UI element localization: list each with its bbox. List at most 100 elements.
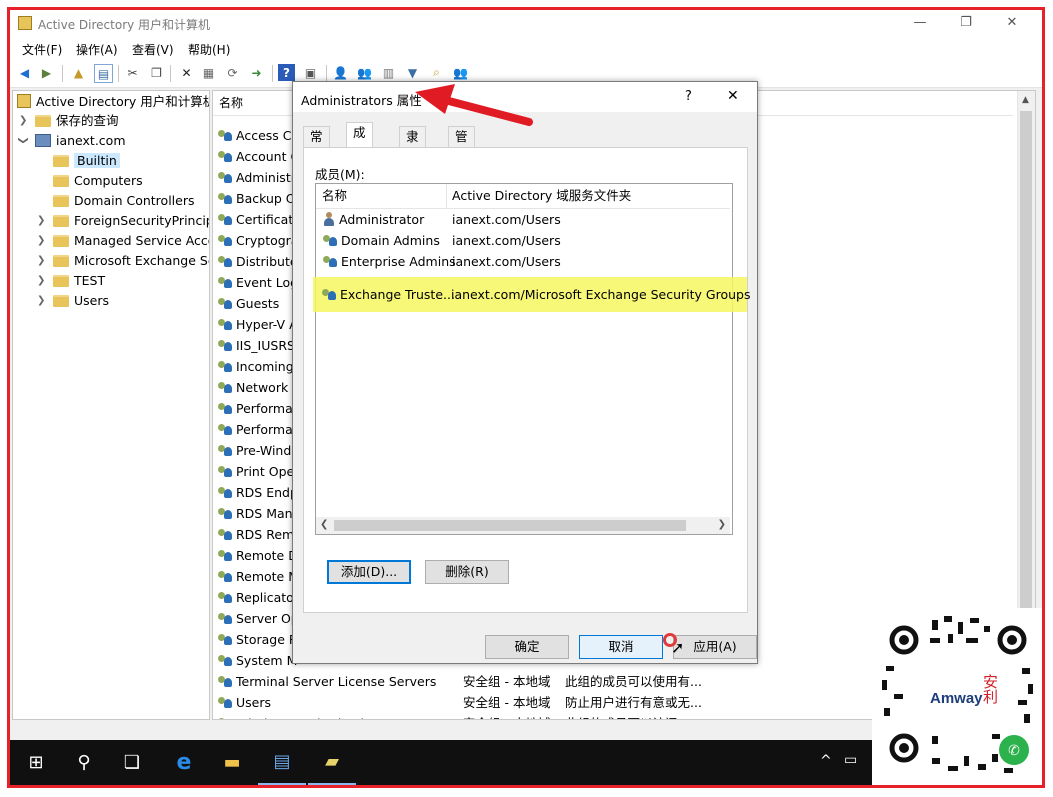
list-item-description: 防止用户进行有意或无... bbox=[565, 695, 702, 710]
find-icon[interactable]: ⌕ bbox=[428, 64, 445, 81]
member-row[interactable]: Domain Admins ianext.com/Users bbox=[316, 230, 730, 251]
scroll-thumb[interactable] bbox=[334, 520, 686, 531]
tree-item-saved-queries[interactable]: 保存的查询 bbox=[35, 112, 119, 130]
menu-view[interactable]: 查看(V) bbox=[132, 41, 174, 58]
security-group-icon bbox=[217, 611, 233, 625]
properties-icon[interactable]: ▦ bbox=[200, 64, 217, 81]
security-group-icon bbox=[217, 317, 233, 331]
column-name-header[interactable]: 名称 bbox=[322, 184, 347, 208]
user-icon bbox=[322, 212, 336, 226]
up-folder-icon[interactable]: ▲ bbox=[70, 64, 87, 81]
expand-caret-icon[interactable]: ❯ bbox=[37, 235, 45, 246]
refresh-icon[interactable]: ⟳ bbox=[224, 64, 241, 81]
list-item-name: Event Log bbox=[236, 275, 299, 290]
tree-item-domain[interactable]: ianext.com bbox=[35, 132, 126, 150]
list-item-name: Performar bbox=[236, 401, 298, 416]
forward-arrow-icon[interactable]: ▶ bbox=[38, 64, 55, 81]
highlighted-member-row[interactable]: Exchange Truste... ianext.com/Microsoft E… bbox=[315, 284, 751, 305]
tree-item-users[interactable]: Users bbox=[53, 292, 109, 310]
new-group-icon[interactable]: 👥 bbox=[356, 64, 373, 81]
aduc-taskbar-icon[interactable]: ▤ bbox=[258, 740, 306, 785]
column-folder-header[interactable]: Active Directory 域服务文件夹 bbox=[452, 184, 631, 208]
list-item-name: Incoming bbox=[236, 359, 294, 374]
maximize-button[interactable]: ❐ bbox=[943, 10, 989, 37]
scroll-thumb[interactable] bbox=[1020, 111, 1032, 611]
members-list[interactable]: 名称 Active Directory 域服务文件夹 Administrator… bbox=[315, 183, 733, 535]
expand-caret-icon[interactable]: ❯ bbox=[37, 275, 45, 286]
scroll-left-icon[interactable]: ❮ bbox=[320, 519, 328, 530]
tree-item-foreign-security-principals[interactable]: ForeignSecurityPrincipals bbox=[53, 212, 209, 230]
menu-action[interactable]: 操作(A) bbox=[76, 41, 118, 58]
folder-icon bbox=[53, 275, 69, 287]
security-group-icon bbox=[217, 485, 233, 499]
menu-help[interactable]: 帮助(H) bbox=[188, 41, 230, 58]
tree-item-test[interactable]: TEST bbox=[53, 272, 105, 290]
tree-item-managed-service-accounts[interactable]: Managed Service Accounts bbox=[53, 232, 209, 250]
remove-member-button[interactable]: 删除(R) bbox=[425, 560, 509, 584]
expand-caret-icon[interactable]: ❯ bbox=[19, 115, 27, 126]
list-item-description: 此组的成员可以使用有... bbox=[565, 674, 702, 689]
tree-item-exchange-security-groups[interactable]: Microsoft Exchange Security Groups bbox=[53, 252, 209, 270]
close-button[interactable]: ✕ bbox=[989, 10, 1035, 37]
delete-icon[interactable]: ✕ bbox=[178, 64, 195, 81]
security-group-icon bbox=[321, 287, 337, 301]
task-view-icon[interactable]: ❏ bbox=[108, 740, 156, 785]
expand-caret-icon[interactable]: ❯ bbox=[37, 255, 45, 266]
collapse-caret-icon[interactable]: ❯ bbox=[18, 136, 29, 144]
cancel-button[interactable]: 取消 bbox=[579, 635, 663, 659]
tray-chevron-icon[interactable]: ^ bbox=[820, 753, 832, 769]
dialog-title: Administrators 属性 bbox=[301, 93, 422, 108]
export-list-icon[interactable]: ➜ bbox=[248, 64, 265, 81]
apply-button[interactable]: 应用(A) bbox=[673, 635, 757, 659]
back-arrow-icon[interactable]: ◀ bbox=[16, 64, 33, 81]
toolbar-separator bbox=[170, 65, 171, 82]
scroll-up-icon[interactable]: ▲ bbox=[1022, 95, 1029, 105]
console-icon[interactable]: ▣ bbox=[302, 64, 319, 81]
minimize-button[interactable]: — bbox=[897, 10, 943, 37]
member-row[interactable]: Enterprise Admins ianext.com/Users bbox=[316, 251, 730, 272]
filter-icon[interactable]: ▼ bbox=[404, 64, 421, 81]
window-titlebar[interactable]: Active Directory 用户和计算机 — ❐ ✕ bbox=[10, 10, 1042, 37]
file-explorer-icon[interactable]: ▬ bbox=[208, 740, 256, 785]
tab-general[interactable]: 常规 bbox=[303, 126, 330, 164]
new-user-icon[interactable]: 👤 bbox=[332, 64, 349, 81]
scroll-right-icon[interactable]: ❯ bbox=[718, 519, 726, 530]
properties-taskbar-icon[interactable]: ▰ bbox=[308, 740, 356, 785]
network-icon[interactable]: ▭ bbox=[844, 752, 857, 768]
member-row[interactable]: Administrator ianext.com/Users bbox=[316, 209, 730, 230]
show-tree-icon[interactable]: ▤ bbox=[94, 64, 113, 83]
start-windows-icon[interactable]: ⊞ bbox=[12, 740, 60, 785]
folder-icon bbox=[53, 295, 69, 307]
expand-caret-icon[interactable]: ❯ bbox=[37, 215, 45, 226]
tree-item-domain-controllers[interactable]: Domain Controllers bbox=[53, 192, 194, 210]
column-name-header[interactable]: 名称 bbox=[219, 91, 243, 115]
ok-button[interactable]: 确定 bbox=[485, 635, 569, 659]
list-item-name: IIS_IUSRS bbox=[236, 338, 295, 353]
members-horizontal-scrollbar[interactable]: ❮ ❯ bbox=[316, 517, 730, 534]
security-group-icon bbox=[217, 401, 233, 415]
new-ou-icon[interactable]: ▥ bbox=[380, 64, 397, 81]
console-tree: Active Directory 用户和计算机 ❯ 保存的查询 ❯ ianext… bbox=[12, 90, 210, 720]
security-group-icon bbox=[217, 212, 233, 226]
search-icon[interactable]: ⚲ bbox=[60, 740, 108, 785]
add-member-button[interactable]: 添加(D)... bbox=[327, 560, 411, 584]
screen-frame: Active Directory 用户和计算机 — ❐ ✕ 文件(F) 操作(A… bbox=[7, 7, 1045, 788]
tree-item-computers[interactable]: Computers bbox=[53, 172, 143, 190]
tree-root[interactable]: Active Directory 用户和计算机 bbox=[17, 93, 209, 111]
copy-icon[interactable]: ❐ bbox=[148, 64, 165, 81]
expand-caret-icon[interactable]: ❯ bbox=[37, 295, 45, 306]
menu-file[interactable]: 文件(F) bbox=[22, 41, 62, 58]
tab-members[interactable]: 成员 bbox=[346, 122, 373, 160]
ie-browser-icon[interactable]: e bbox=[160, 740, 208, 785]
tree-item-builtin[interactable]: Builtin bbox=[53, 152, 120, 170]
add-to-group-icon[interactable]: 👥 bbox=[452, 64, 469, 81]
folder-icon bbox=[53, 155, 69, 167]
help-icon[interactable]: ? bbox=[278, 64, 295, 81]
security-group-icon bbox=[217, 170, 233, 184]
dialog-close-button[interactable]: ✕ bbox=[727, 88, 739, 104]
list-item-description: 此组的成员可以访问 Us... bbox=[565, 713, 709, 719]
toolbar-separator bbox=[62, 65, 63, 82]
cut-icon[interactable]: ✂ bbox=[124, 64, 141, 81]
dialog-help-button[interactable]: ? bbox=[685, 89, 692, 104]
list-item-name: Access Co bbox=[236, 128, 300, 143]
